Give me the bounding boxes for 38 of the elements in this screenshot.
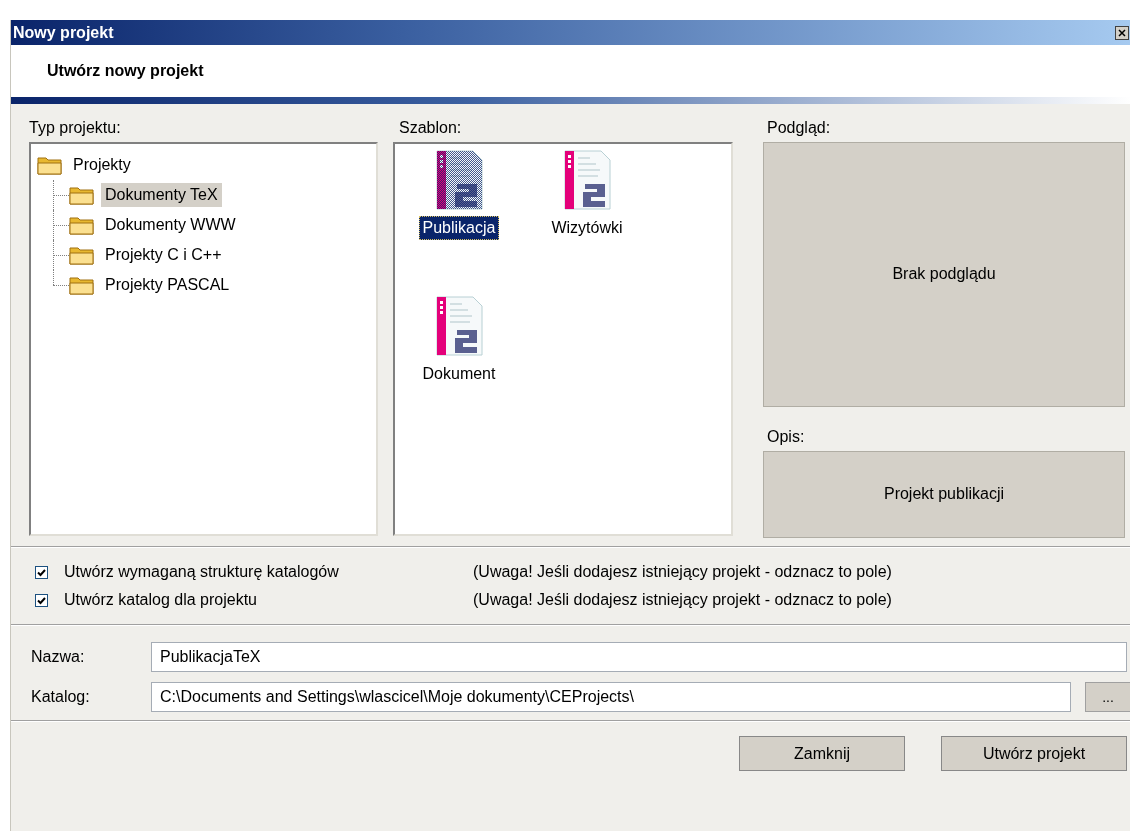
tree-item[interactable]: Dokumenty TeX [101,183,222,207]
document-icon[interactable] [435,296,483,356]
field-label: Opis: [767,427,806,448]
window-title: Nowy projekt [13,23,114,42]
preview-text: Brak podglądu [892,265,996,284]
browse-button[interactable]: ... [1085,682,1130,712]
folder-icon [69,215,95,235]
note-text: (Uwaga! Jeśli dodajesz istniejący projekt - odznacz to pole) [473,563,892,581]
field-label: Typ projektu: [29,118,122,138]
close-button[interactable]: Zamknij [739,736,905,771]
field-label: Podgląd: [767,118,832,138]
text-field[interactable]: C:\Documents and Settings\wlascicel\Moje dokumenty\CEProjects\ [151,682,1071,712]
folder-icon [69,275,95,295]
header-title: Utwórz nowy projekt [47,62,204,80]
document-icon[interactable] [563,150,611,210]
checkbox-label[interactable]: Utwórz katalog dla projektu [64,591,473,609]
tree-item[interactable]: Projekty [69,153,135,177]
template-item[interactable]: Publikacja [418,216,500,240]
folder-icon [69,185,95,205]
checkbox[interactable] [35,565,48,579]
note-text: (Uwaga! Jeśli dodajesz istniejący projekt - odznacz to pole) [473,591,892,609]
field-label: Nazwa: [31,648,86,666]
document-icon[interactable] [435,150,483,210]
field-label: Katalog: [31,688,91,706]
checkbox-label[interactable]: Utwórz wymaganą strukturę katalogów [64,563,473,581]
checkbox[interactable] [35,593,48,607]
field-label: Szablon: [399,118,463,138]
template-item[interactable]: Dokument [418,362,500,386]
tree-item[interactable]: Dokumenty WWW [101,213,240,237]
text-field[interactable]: PublikacjaTeX [151,642,1127,672]
create-button[interactable]: Utwórz projekt [941,736,1127,771]
close-icon[interactable] [1115,25,1129,40]
description-text: Projekt publikacji [883,485,1005,504]
folder-icon [69,245,95,265]
tree-item[interactable]: Projekty PASCAL [101,273,234,297]
folder-icon [37,155,63,175]
tree-item[interactable]: Projekty C i C++ [101,243,226,267]
template-item[interactable]: Wizytówki [547,216,627,240]
